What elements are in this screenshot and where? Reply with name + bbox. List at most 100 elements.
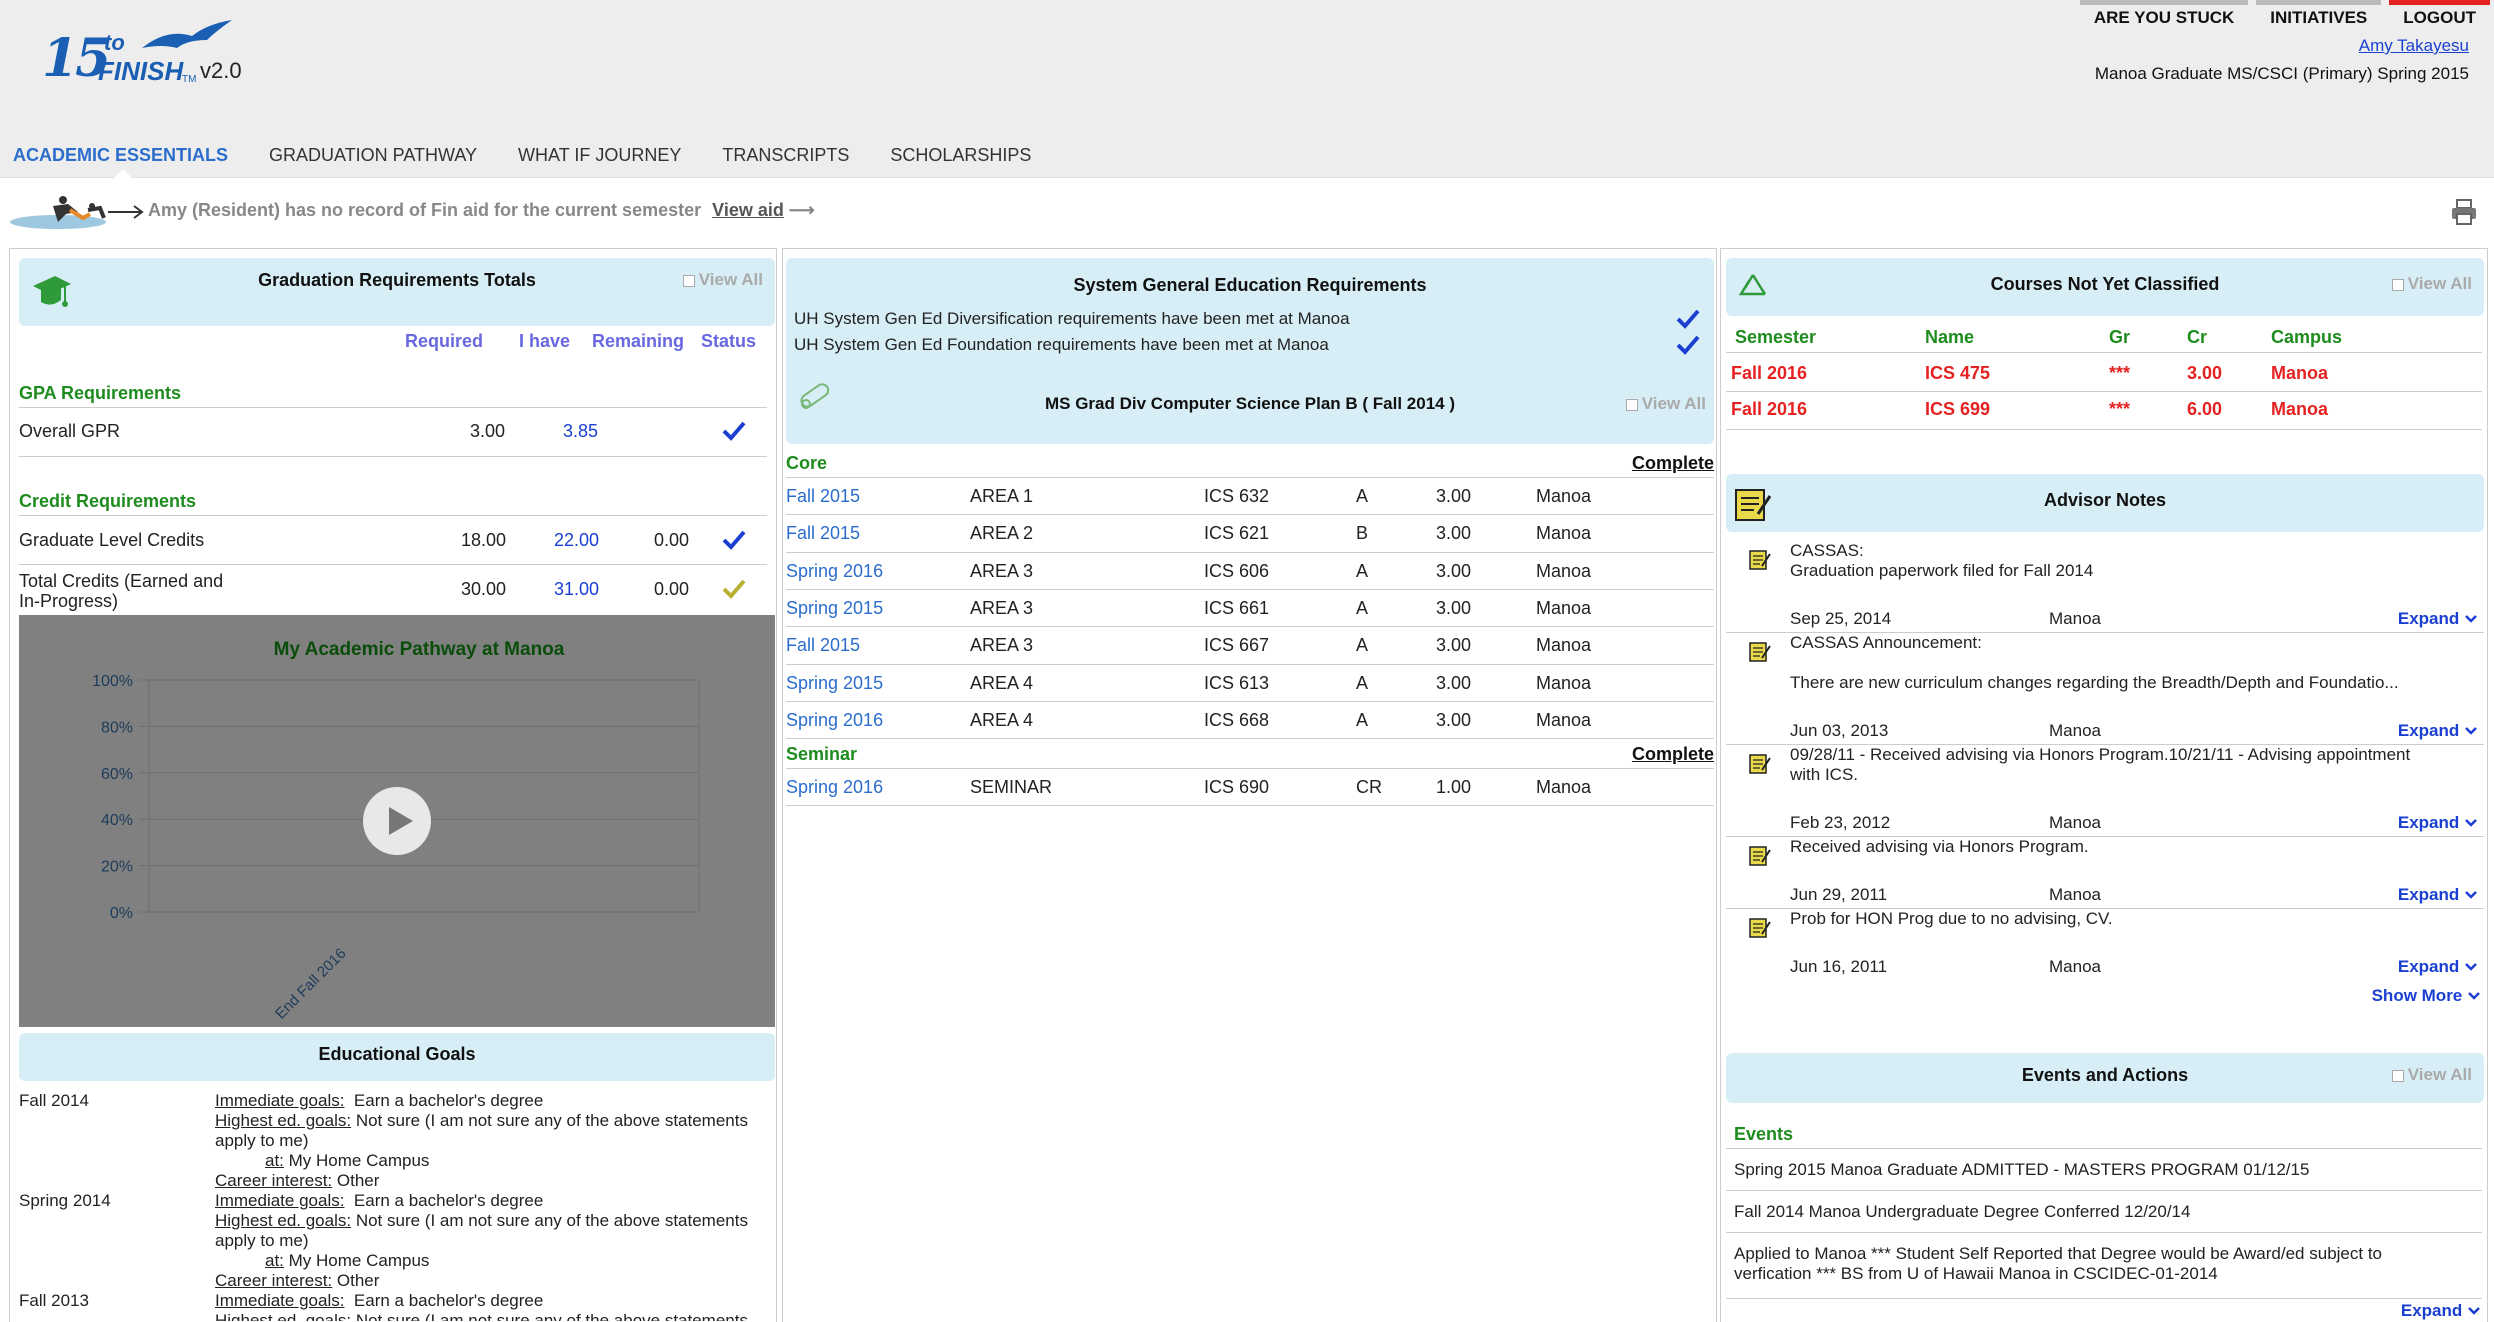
chevron-down-icon	[2465, 727, 2477, 735]
are-you-stuck-link[interactable]: ARE YOU STUCK	[2076, 0, 2252, 30]
view-all-checkbox[interactable]	[2391, 1069, 2404, 1082]
advisor-notes-header: Advisor Notes	[1726, 474, 2484, 532]
divider	[786, 738, 1714, 740]
plan-term-link[interactable]: Spring 2016	[786, 777, 883, 798]
advisor-note-line: 09/28/11 - Received advising via Honors …	[1790, 745, 2411, 764]
chart-y-tick-label: 60%	[101, 766, 133, 783]
unclassified-row[interactable]: Fall 2016 ICS 699 *** 6.00 Manoa	[1731, 399, 2475, 423]
logo-to: to	[104, 30, 125, 55]
advisor-note: Prob for HON Prog due to no advising, CV…	[1726, 909, 2484, 981]
immediate-goal-row: Immediate goals: Earn a bachelor's degre…	[215, 1091, 775, 1111]
tab-academic-essentials[interactable]: ACADEMIC ESSENTIALS	[0, 132, 246, 178]
credit-row-have: 22.00	[554, 530, 600, 550]
tab-what-if-journey[interactable]: WHAT IF JOURNEY	[505, 132, 699, 178]
view-all-checkbox[interactable]	[2391, 278, 2404, 291]
expand-link[interactable]: Expand	[2398, 957, 2478, 977]
plan-term-link[interactable]: Fall 2015	[786, 523, 860, 544]
event-item: Fall 2014 Manoa Undergraduate Degree Con…	[1734, 1202, 2191, 1221]
show-more-link[interactable]: Show More	[2372, 986, 2481, 1006]
credit-row-required: 30.00	[461, 579, 507, 599]
plan-credits-cell: 3.00	[1436, 635, 1472, 656]
edu-goal-details: Immediate goals: Earn a bachelor's degre…	[215, 1091, 775, 1191]
col-grade: Gr	[2109, 327, 2131, 347]
expand-link[interactable]: Expand	[2398, 609, 2478, 629]
grad-totals-col-have: I have	[519, 331, 571, 351]
tab-transcripts[interactable]: TRANSCRIPTS	[709, 132, 867, 178]
plan-term-link[interactable]: Spring 2015	[786, 673, 883, 694]
unclassified-view-all[interactable]: View All	[2391, 274, 2472, 294]
plan-view-all[interactable]: View All	[1625, 394, 1706, 414]
expand-link[interactable]: Expand	[2398, 721, 2478, 741]
app-logo[interactable]: 15 to FINISH TM v2.0	[42, 18, 252, 89]
divider	[1726, 1148, 2482, 1149]
expand-link[interactable]: Expand	[2398, 885, 2478, 905]
advisor-note: 09/28/11 - Received advising via Honors …	[1726, 745, 2484, 837]
unclassified-row[interactable]: Fall 2016 ICS 475 *** 3.00 Manoa	[1731, 363, 2475, 387]
edu-goal-details: Immediate goals: Earn a bachelor's degre…	[215, 1191, 775, 1291]
advisor-note-text: 09/28/11 - Received advising via Honors …	[1790, 745, 2480, 785]
plan-title: MS Grad Div Computer Science Plan B ( Fa…	[1044, 394, 1455, 413]
plan-term-link[interactable]: Spring 2016	[786, 710, 883, 731]
view-all-label: View All	[698, 270, 763, 289]
goal-campus-label: at:	[265, 1151, 284, 1170]
chevron-down-icon	[2468, 992, 2480, 1000]
tab-graduation-pathway[interactable]: GRADUATION PATHWAY	[256, 132, 495, 178]
divider	[19, 564, 767, 565]
status-check-icon	[1676, 335, 1700, 355]
advisor-note-line: There are new curriculum changes regardi…	[1790, 673, 2399, 692]
right-column: Courses Not Yet Classified View All Seme…	[1720, 248, 2488, 1322]
advisor-note-line: Received advising via Honors Program.	[1790, 837, 2089, 856]
plan-credits-cell: 1.00	[1436, 777, 1472, 798]
plan-course-cell: ICS 668	[1204, 709, 1270, 730]
status-check-icon	[722, 579, 746, 599]
initiatives-link[interactable]: INITIATIVES	[2252, 0, 2385, 30]
plan-credits-cell: 3.00	[1436, 672, 1472, 693]
divider	[19, 407, 767, 408]
chevron-down-icon	[2465, 819, 2477, 827]
plan-term-link[interactable]: Spring 2015	[786, 598, 883, 619]
print-icon[interactable]	[2450, 198, 2478, 226]
gen-ed-item: UH System Gen Ed Foundation requirements…	[794, 335, 1704, 355]
advisor-note-campus: Manoa	[2049, 721, 2101, 740]
view-all-checkbox[interactable]	[682, 274, 695, 287]
grad-totals-view-all[interactable]: View All	[682, 270, 763, 290]
grad-totals-col-status: Status	[701, 331, 757, 351]
expand-link[interactable]: Expand	[2398, 813, 2478, 833]
events-view-all[interactable]: View All	[2391, 1065, 2472, 1085]
plan-grade-cell: A	[1356, 560, 1369, 581]
user-program: Manoa Graduate MS/CSCI (Primary) Spring …	[2094, 64, 2469, 83]
logout-link[interactable]: LOGOUT	[2385, 0, 2494, 30]
tab-scholarships[interactable]: SCHOLARSHIPS	[877, 132, 1049, 178]
plan-credits-cell: 3.00	[1436, 597, 1472, 618]
gpa-row-required: 3.00	[470, 421, 506, 441]
app-version: v2.0	[200, 58, 242, 83]
immediate-goal-value: Earn a bachelor's degree	[353, 1191, 544, 1210]
immediate-goal-label: Immediate goals:	[215, 1291, 345, 1310]
plan-term-link[interactable]: Fall 2015	[786, 486, 860, 507]
row-grade: ***	[2109, 399, 2131, 419]
divider	[786, 805, 1714, 807]
expand-link[interactable]: Expand	[2401, 1301, 2481, 1321]
advisor-note-date: Jun 16, 2011	[1790, 957, 1888, 976]
unclassified-header: Courses Not Yet Classified View All	[1726, 258, 2484, 316]
plan-grade-cell: A	[1356, 486, 1369, 506]
user-name-link[interactable]: Amy Takayesu	[2359, 36, 2469, 56]
divider	[19, 515, 767, 516]
advisor-note-text: Received advising via Honors Program.	[1790, 837, 2480, 857]
row-name: ICS 699	[1925, 399, 1991, 419]
chevron-down-icon	[2468, 1307, 2480, 1315]
gen-ed-box: System General Education Requirements UH…	[786, 258, 1714, 444]
play-video-icon[interactable]	[361, 785, 433, 857]
gpa-row-have: 3.85	[563, 421, 599, 441]
plan-term-link[interactable]: Fall 2015	[786, 635, 860, 656]
plan-course-row: Spring 2015 AREA 4 ICS 613 A 3.00 Manoa	[786, 664, 1714, 701]
plan-term-link[interactable]: Spring 2016	[786, 561, 883, 582]
view-aid-link[interactable]: View aid	[712, 200, 784, 220]
expand-label: Expand	[2400, 1301, 2463, 1320]
academic-pathway-chart[interactable]: My Academic Pathway at Manoa 100% 80% 60% 4…	[19, 615, 775, 1027]
edu-goal-entry: Fall 2013 Immediate goals: Earn a bachel…	[19, 1291, 775, 1321]
view-all-checkbox[interactable]	[1625, 398, 1638, 411]
gen-ed-item-text: UH System Gen Ed Foundation requirements…	[794, 335, 1329, 354]
credit-requirements-header: Credit Requirements	[19, 491, 197, 511]
chart-y-tick-label: 20%	[101, 859, 133, 876]
